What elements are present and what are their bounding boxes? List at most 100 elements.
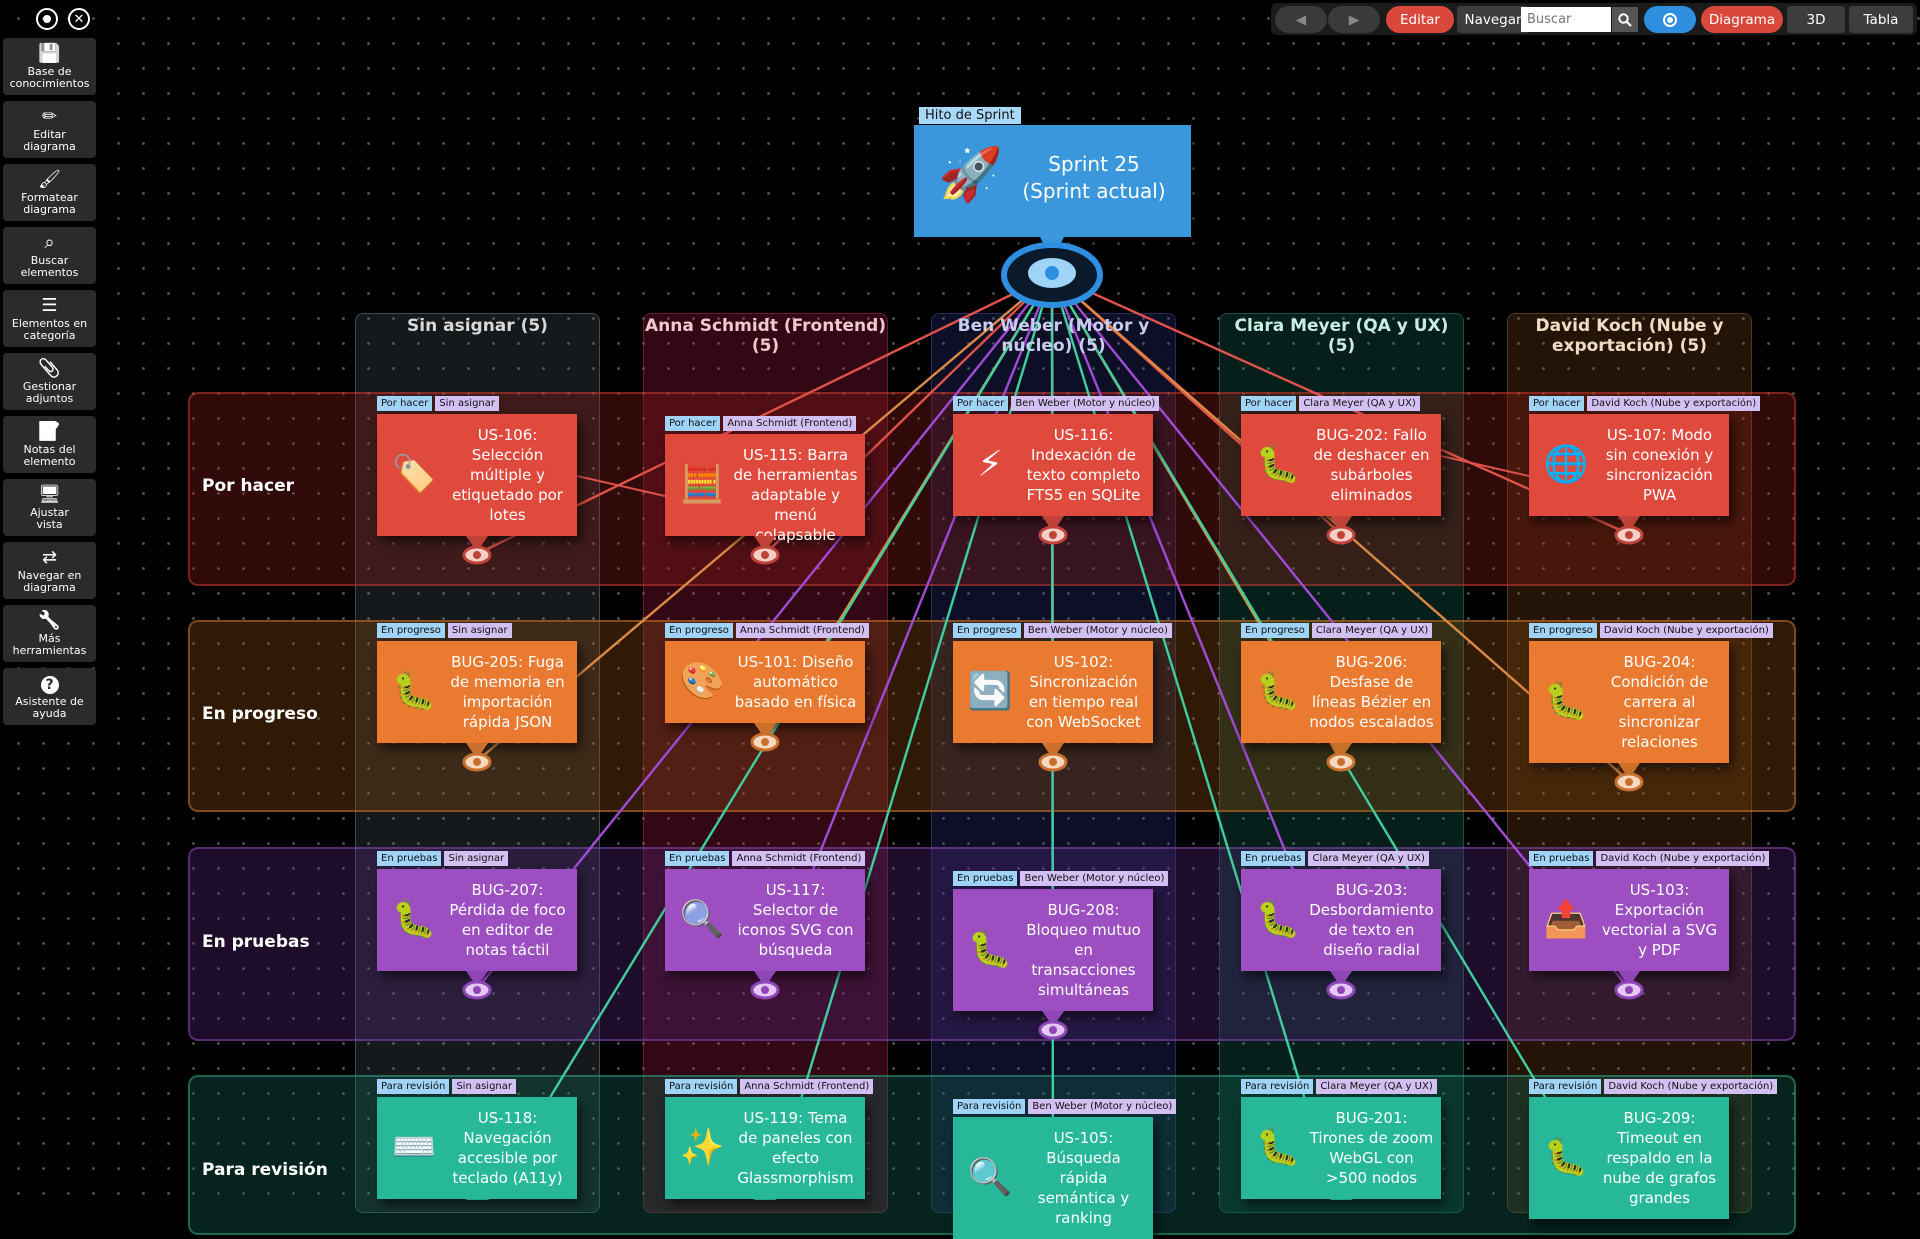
sidebar-button-label: Navegar en diagrama (17, 568, 82, 594)
assignee-tag: Ben Weber (Motor y núcleo) (1020, 871, 1169, 886)
bug-icon: 🐛 (391, 671, 437, 712)
target-icon[interactable] (36, 8, 58, 30)
status-tag: En progreso (953, 623, 1021, 638)
assignee-tag: David Koch (Nube y exportación) (1596, 851, 1770, 866)
status-tag: En pruebas (953, 871, 1018, 886)
card-tags: Por hacer Sin asignar (377, 396, 499, 411)
task-card[interactable]: En progreso Sin asignar 🐛 BUG-205: Fuga de … (377, 623, 577, 743)
card-tags: En progreso Ben Weber (Motor y núcleo) (953, 623, 1172, 638)
row-label: Por hacer (202, 476, 295, 496)
sidebar-button-label: Notas del elemento (23, 442, 76, 468)
arrow-right-icon[interactable]: ▶ (1328, 6, 1380, 33)
sidebar-button[interactable]: ⇄ Navegar en diagrama (3, 542, 96, 599)
task-card[interactable]: En progreso Ben Weber (Motor y núcleo) 🔄 US… (953, 623, 1172, 743)
assignee-tag: David Koch (Nube y exportación) (1604, 1079, 1778, 1094)
assignee-tag: Clara Meyer (QA y UX) (1299, 396, 1420, 411)
navigate-button[interactable]: Navegar (1457, 6, 1529, 33)
sidebar-button[interactable]: 🖌 Formatear diagrama (3, 164, 96, 221)
card-tags: En progreso Clara Meyer (QA y UX) (1241, 623, 1433, 638)
status-tag: Para revisión (665, 1079, 738, 1094)
palette-icon: 🎨 (679, 661, 725, 702)
task-card[interactable]: Para revisión Anna Schmidt (Frontend) ✨ US-… (665, 1079, 874, 1199)
status-tag: Por hacer (1529, 396, 1585, 411)
card-title: US-116: Indexación de texto completo FTS… (1026, 426, 1141, 504)
sidebar-button[interactable]: 🖥 Ajustar vista (3, 479, 96, 536)
status-tag: Por hacer (1241, 396, 1297, 411)
assignee-tag: Ben Weber (Motor y núcleo) (1011, 396, 1160, 411)
sidebar-button[interactable]: ⌕ Buscar elementos (3, 227, 96, 284)
sidebar-button[interactable]: 📝 Notas del elemento (3, 416, 96, 473)
relation-line (576, 475, 666, 497)
assignee-tag: Sin asignar (435, 396, 499, 411)
task-card[interactable]: Para revisión David Koch (Nube y exportac… (1529, 1079, 1778, 1219)
swap-icon: ⇄ (41, 546, 58, 568)
column-header: Ben Weber (Motor y núcleo) (5) (957, 316, 1150, 356)
card-title: US-115: Barra de herramientas adaptable … (733, 446, 858, 544)
status-tag: Para revisión (953, 1099, 1026, 1114)
sidebar-button[interactable]: ? Asistente de ayuda (3, 668, 96, 725)
card-tags: Para revisión Sin asignar (377, 1079, 516, 1094)
close-icon[interactable]: ✕ (68, 8, 90, 30)
notes-icon: 📝 (38, 420, 61, 442)
card-title: US-105: Búsqueda rápida semántica y rank… (1037, 1129, 1130, 1227)
task-card[interactable]: Para revisión Sin asignar ⌨️ US-118: Navega… (377, 1079, 577, 1199)
card-title: BUG-206: Desfase de líneas Bézier en nod… (1309, 653, 1434, 731)
task-card[interactable]: En pruebas Sin asignar 🐛 BUG-207: Pérdida d… (377, 851, 577, 971)
card-tags: En pruebas Ben Weber (Motor y núcleo) (953, 871, 1169, 886)
task-card[interactable]: En pruebas Ben Weber (Motor y núcleo) 🐛 BUG… (953, 871, 1169, 1011)
card-tags: Por hacer Clara Meyer (QA y UX) (1241, 396, 1420, 411)
assignee-tag: Sin asignar (444, 851, 509, 866)
row-label: En pruebas (202, 932, 310, 952)
task-card[interactable]: Por hacer Clara Meyer (QA y UX) 🐛 BUG-202: … (1241, 396, 1441, 516)
sync-icon: 🔄 (967, 671, 1013, 712)
row-label: Para revisión (202, 1160, 328, 1180)
edit-button[interactable]: Editar (1386, 6, 1454, 33)
status-tag: En pruebas (1241, 851, 1306, 866)
row-label: En progreso (202, 704, 318, 724)
focus-button[interactable] (1644, 6, 1696, 33)
search-icon[interactable] (1612, 7, 1638, 32)
task-card[interactable]: En progreso David Koch (Nube y exportació… (1529, 623, 1773, 763)
card-title: US-102: Sincronización en tiempo real co… (1026, 653, 1141, 731)
assignee-tag: Clara Meyer (QA y UX) (1311, 623, 1433, 638)
task-card[interactable]: En pruebas Clara Meyer (QA y UX) 🐛 BUG-203:… (1241, 851, 1441, 971)
pencil-icon: ✏ (41, 105, 58, 127)
lightning-icon: ⚡ (977, 444, 1003, 485)
task-card[interactable]: Para revisión Clara Meyer (QA y UX) 🐛 BUG-2… (1241, 1079, 1441, 1199)
milestone-card[interactable]: 🚀 Sprint 25 (Sprint actual) (914, 125, 1191, 237)
arrow-left-icon[interactable]: ◀ (1275, 6, 1327, 33)
sidebar-button[interactable]: ✏ Editar diagrama (3, 101, 96, 158)
assignee-tag: Anna Schmidt (Frontend) (723, 416, 857, 431)
card-tags: Por hacer David Koch (Nube y exportación) (1529, 396, 1761, 411)
task-card[interactable]: Por hacer Ben Weber (Motor y núcleo) ⚡ US-1… (953, 396, 1160, 516)
card-tags: En pruebas Sin asignar (377, 851, 509, 866)
status-tag: En progreso (1241, 623, 1309, 638)
task-card[interactable]: Por hacer Sin asignar 🏷️ US-106: Selección … (377, 396, 577, 536)
card-title: US-117: Selector de iconos SVG con búsqu… (737, 881, 854, 959)
sidebar-button-label: Elementos en categoría (11, 316, 88, 342)
sidebar-button[interactable]: 🔧 Más herramientas (3, 605, 96, 662)
sidebar-button[interactable]: ☰ Elementos en categoría (3, 290, 96, 347)
bug-icon: 🐛 (1255, 671, 1301, 712)
attachment-icon: 📎 (38, 357, 61, 379)
sidebar-button[interactable]: 💾 Base de conocimientos (3, 38, 96, 95)
task-card[interactable]: Por hacer Anna Schmidt (Frontend) 🧮 US-115:… (665, 416, 865, 544)
task-card[interactable]: Por hacer David Koch (Nube y exportación)… (1529, 396, 1761, 516)
task-card[interactable]: En pruebas Anna Schmidt (Frontend) 🔍 US-117… (665, 851, 866, 971)
diagram-view-button[interactable]: Diagrama (1701, 6, 1783, 33)
sidebar-button-label: Formatear diagrama (21, 190, 78, 216)
card-tags: Por hacer Ben Weber (Motor y núcleo) (953, 396, 1160, 411)
table-view-button[interactable]: Tabla (1849, 6, 1913, 33)
status-tag: En pruebas (665, 851, 730, 866)
assignee-tag: Clara Meyer (QA y UX) (1308, 851, 1429, 866)
target-icon (1663, 12, 1677, 27)
search-input[interactable] (1521, 7, 1611, 32)
task-card[interactable]: En progreso Clara Meyer (QA y UX) 🐛 BUG-206… (1241, 623, 1441, 743)
wrench-icon: 🔧 (38, 609, 61, 631)
task-card[interactable]: En progreso Anna Schmidt (Frontend) 🎨 US-10… (665, 623, 869, 723)
3d-view-button[interactable]: 3D (1787, 6, 1845, 33)
column-header: David Koch (Nube y exportación) (5) (1535, 316, 1724, 356)
task-card[interactable]: En pruebas David Koch (Nube y exportación… (1529, 851, 1770, 971)
task-card[interactable]: Para revisión Ben Weber (Motor y núcleo) 🔍… (953, 1099, 1177, 1239)
sidebar-button[interactable]: 📎 Gestionar adjuntos (3, 353, 96, 410)
